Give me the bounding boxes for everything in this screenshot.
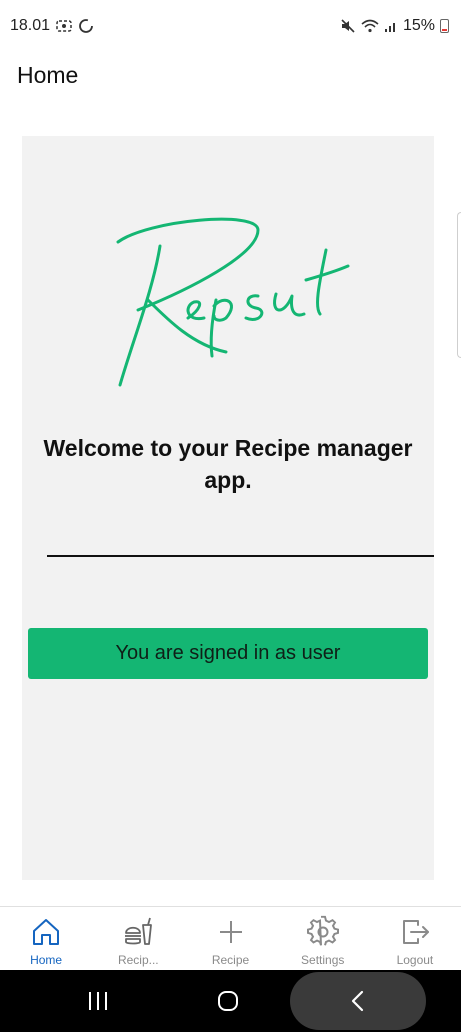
back-button[interactable] bbox=[320, 970, 396, 1032]
burger-drink-icon bbox=[125, 917, 153, 945]
status-left: 18.01 bbox=[10, 17, 94, 35]
repsut-logo bbox=[116, 217, 350, 387]
welcome-message: Welcome to your Recipe manager app. bbox=[43, 435, 413, 493]
tab-settings-label: Settings bbox=[301, 953, 345, 967]
battery-percent: 15% bbox=[402, 17, 435, 34]
status-bar: 18.01 15% bbox=[0, 0, 461, 52]
mute-icon bbox=[341, 19, 355, 33]
tab-logout[interactable]: Logout bbox=[369, 907, 461, 970]
signal-icon bbox=[384, 23, 395, 32]
sync-icon bbox=[79, 19, 93, 33]
home-nav-button[interactable] bbox=[190, 970, 266, 1032]
tab-add-recipe-label: Recipe bbox=[211, 953, 250, 967]
tab-home-label: Home bbox=[30, 953, 63, 967]
back-chevron-icon bbox=[351, 990, 364, 1012]
tab-add-recipe[interactable]: Recipe bbox=[184, 907, 276, 970]
home-circle-icon bbox=[218, 991, 238, 1011]
tab-logout-label: Logout bbox=[396, 953, 434, 967]
signed-in-text: You are signed in as user bbox=[115, 642, 341, 664]
system-nav-bar bbox=[0, 970, 461, 1032]
screen-record-icon bbox=[56, 20, 72, 32]
edge-panel-handle[interactable] bbox=[457, 212, 461, 358]
logout-icon bbox=[402, 920, 429, 944]
tab-recipes[interactable]: Recip... bbox=[92, 907, 184, 970]
content-card: Welcome to your Recipe manager app. You … bbox=[22, 136, 434, 880]
gear-icon bbox=[306, 915, 339, 946]
home-icon bbox=[33, 919, 60, 945]
status-time: 18.01 bbox=[10, 17, 51, 34]
page-title: Home bbox=[17, 62, 79, 88]
divider-line bbox=[47, 555, 434, 557]
battery-icon bbox=[440, 19, 449, 33]
wifi-icon bbox=[361, 19, 379, 33]
tab-recipes-label: Recip... bbox=[117, 953, 159, 967]
signed-in-banner: You are signed in as user bbox=[28, 628, 428, 679]
bottom-tab-bar: Home Recip... Recipe Settings Logout bbox=[0, 906, 461, 970]
tab-home[interactable]: Home bbox=[0, 907, 92, 970]
tab-settings[interactable]: Settings bbox=[277, 907, 369, 970]
plus-icon bbox=[219, 921, 242, 943]
recent-apps-icon bbox=[89, 992, 107, 1010]
recent-apps-button[interactable] bbox=[60, 970, 136, 1032]
status-right: 15% bbox=[340, 17, 449, 35]
